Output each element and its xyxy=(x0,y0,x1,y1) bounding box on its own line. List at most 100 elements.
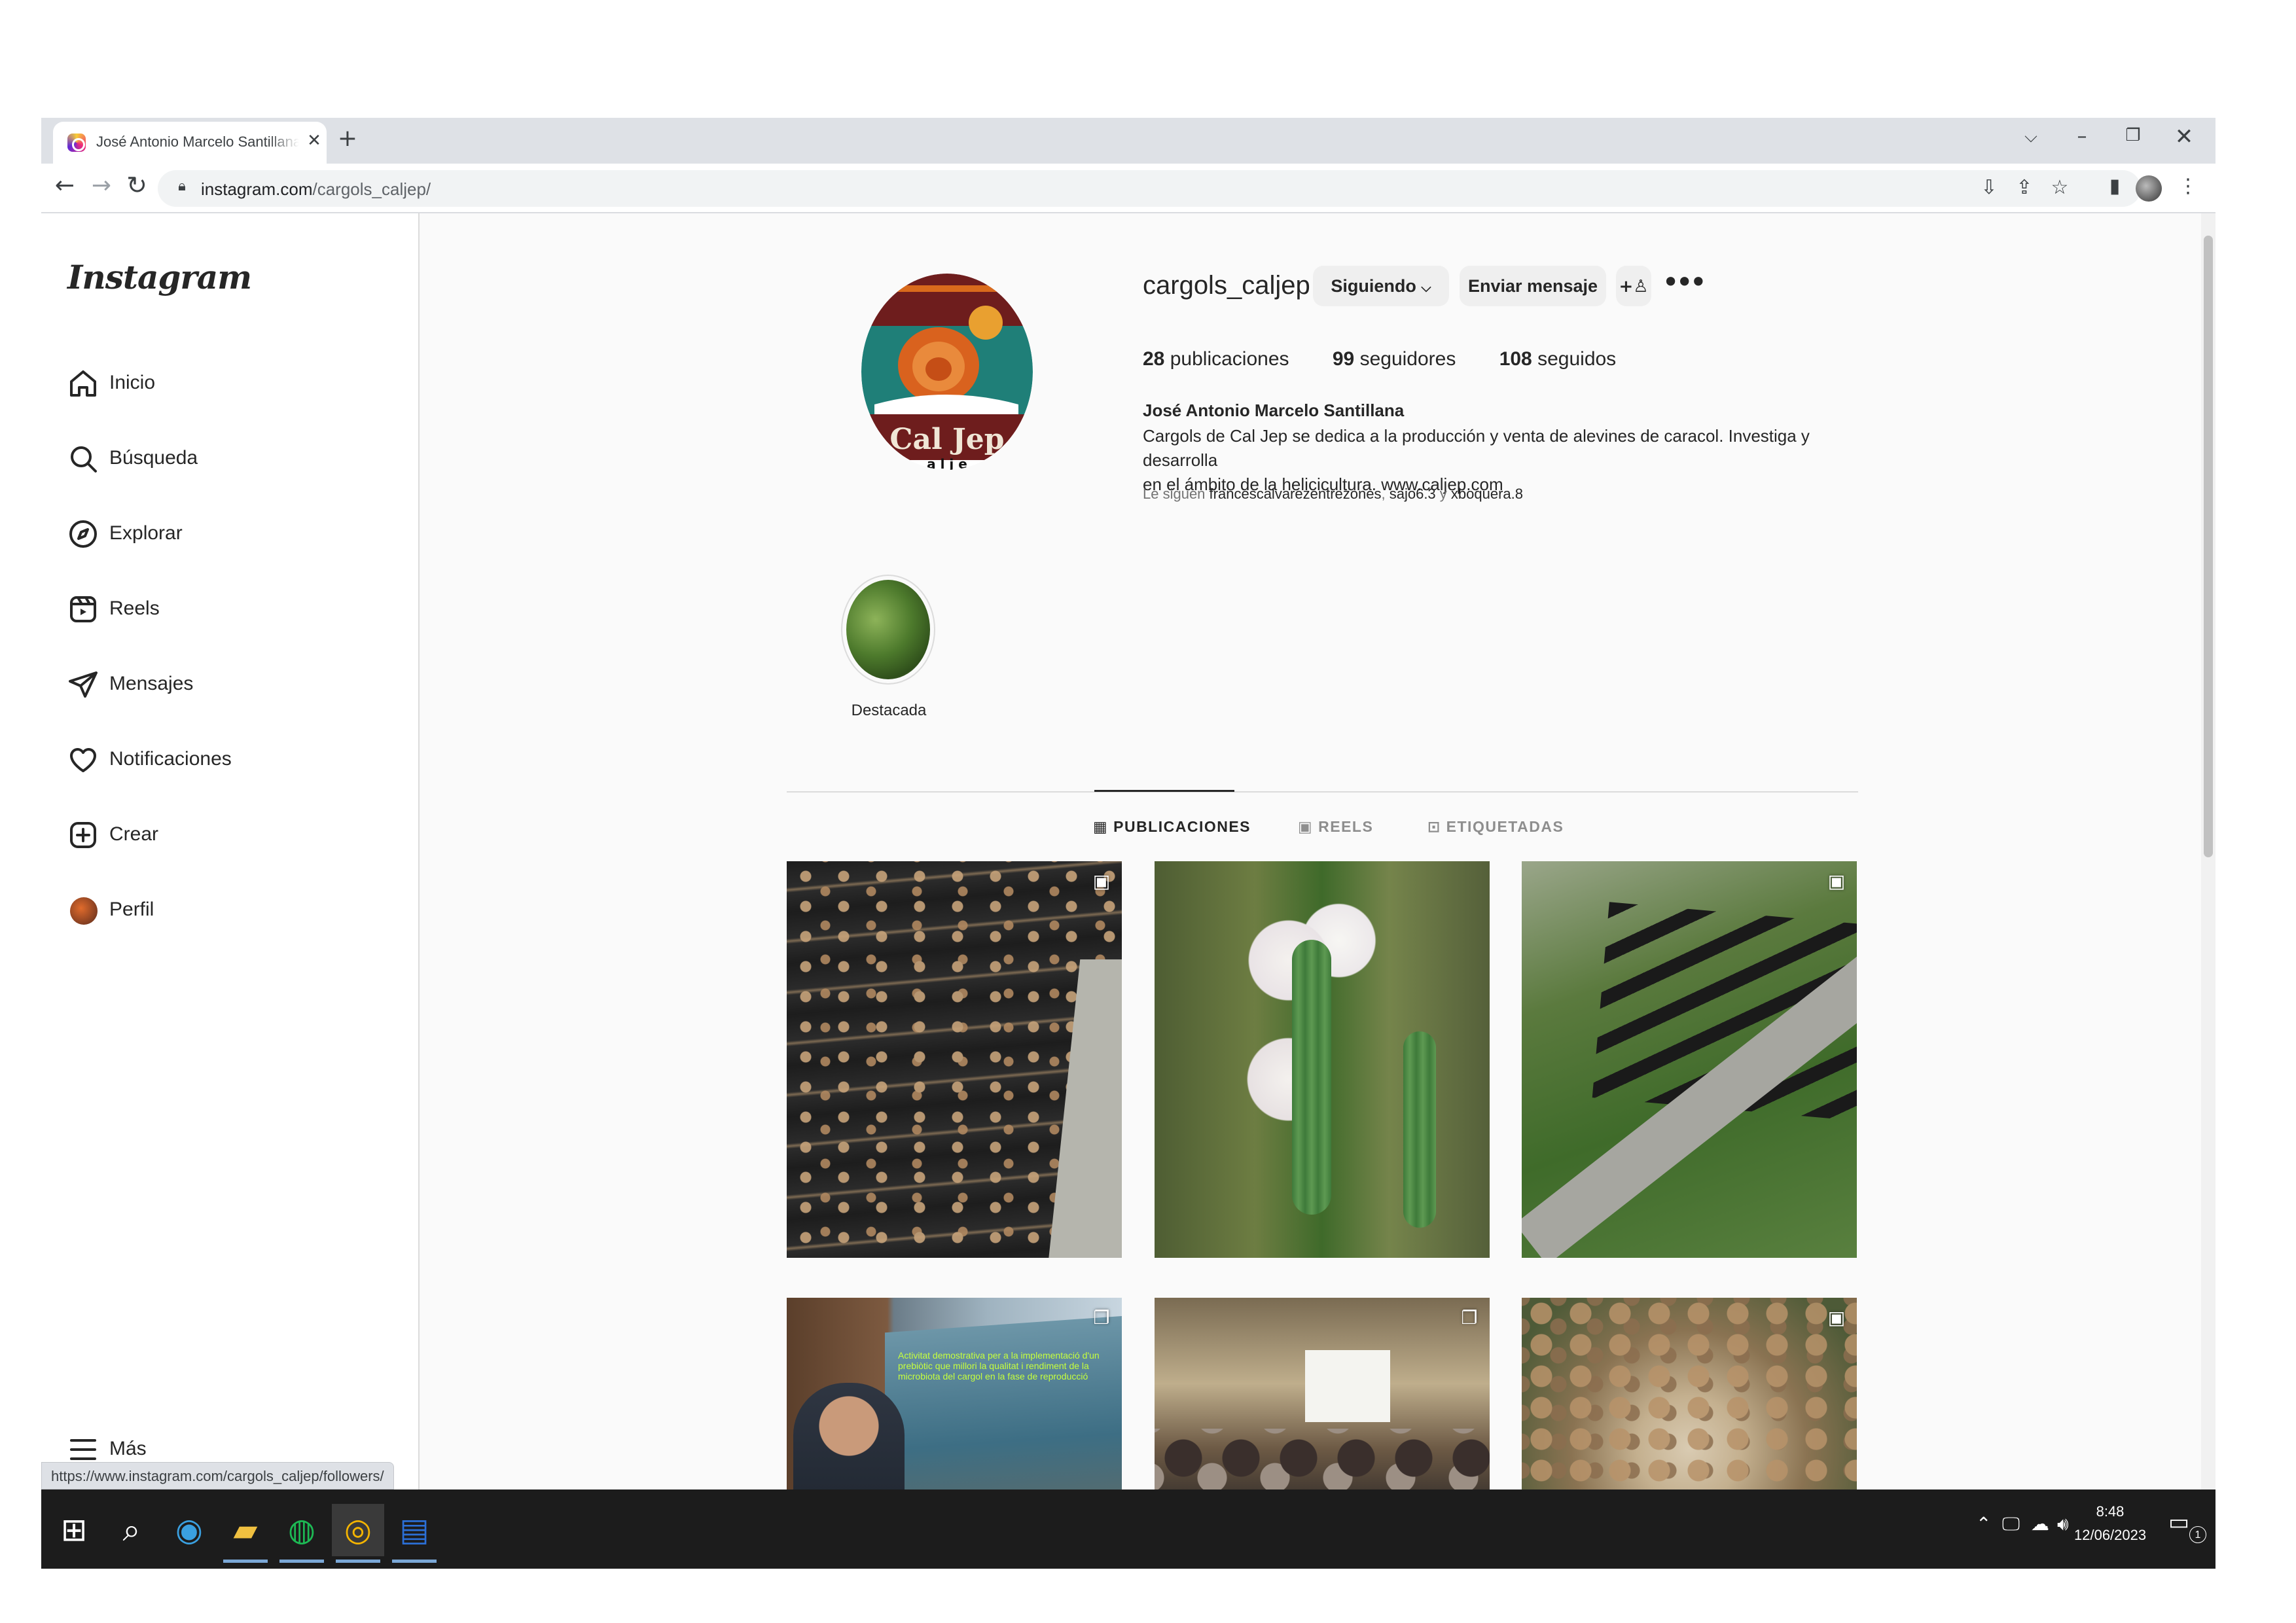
tabs-divider xyxy=(787,791,1858,793)
page-scrollbar[interactable] xyxy=(2201,213,2215,1489)
instagram-logo[interactable]: Instagram xyxy=(67,258,252,296)
followed-by[interactable]: Le siguen francescalvarezentrezones, saj… xyxy=(1143,486,1523,503)
chrome-icon[interactable]: ◎ xyxy=(332,1504,384,1563)
sidebar: Instagram Inicio Búsqueda Explorar Reels… xyxy=(41,213,420,1489)
nav-item-busqueda[interactable]: Búsqueda xyxy=(61,430,401,488)
onedrive-cloud-icon[interactable]: ☁ xyxy=(2031,1513,2049,1535)
spotify-icon[interactable]: ◍ xyxy=(276,1504,328,1563)
follower-link[interactable]: sajo6.3 xyxy=(1390,486,1436,502)
add-person-icon[interactable]: +♙ xyxy=(1616,266,1651,306)
send-message-button[interactable]: Enviar mensaje xyxy=(1460,266,1606,306)
carousel-icon: ❐ xyxy=(1093,1307,1110,1329)
logo-text: Cal Jep xyxy=(889,423,1004,456)
heart-icon xyxy=(70,748,96,772)
bookmark-star-icon[interactable]: ☆ xyxy=(2048,178,2072,198)
forward-arrow-icon[interactable]: → xyxy=(87,174,116,198)
send-icon xyxy=(69,671,98,698)
system-clock[interactable]: 8:48 12/06/2023 xyxy=(2074,1500,2146,1547)
edge-browser-icon[interactable]: ◉ xyxy=(163,1504,215,1556)
tab-reels[interactable]: ▣ REELS xyxy=(1298,818,1373,836)
post-thumbnail[interactable]: Activitat demostrativa per a la implemen… xyxy=(787,1298,1122,1513)
following-button[interactable]: Siguiendo ⌵ xyxy=(1313,266,1449,306)
highlight-label: Destacada xyxy=(851,702,927,719)
plus-square-icon xyxy=(70,822,96,848)
instagram-favicon-icon xyxy=(67,134,86,152)
chevron-down-icon: ⌵ xyxy=(1421,279,1431,295)
more-options-icon[interactable]: ••• xyxy=(1662,264,1707,300)
clock-date: 12/06/2023 xyxy=(2074,1527,2147,1543)
restore-icon[interactable]: ❐ xyxy=(2121,127,2145,144)
nav-label: Crear xyxy=(109,823,159,845)
post-thumbnail[interactable]: ▣ xyxy=(1522,1298,1857,1513)
followers-stat[interactable]: 99 seguidores xyxy=(1333,348,1456,370)
nav-label: Inicio xyxy=(109,372,156,393)
follower-link[interactable]: xboquera.8 xyxy=(1451,486,1523,502)
url-domain: instagram.com xyxy=(201,179,313,199)
search-icon xyxy=(71,446,97,473)
chevron-up-icon[interactable]: ⌃ xyxy=(1976,1513,1991,1535)
hamburger-menu-icon xyxy=(70,1439,96,1460)
compass-icon xyxy=(69,520,97,548)
minimize-icon[interactable]: – xyxy=(2070,127,2094,147)
share-icon[interactable]: ⇪ xyxy=(2013,178,2036,198)
profile-picture[interactable]: Cal Jep a l j e xyxy=(861,274,1033,470)
new-tab-icon[interactable]: + xyxy=(334,127,361,151)
notification-badge: 1 xyxy=(2189,1526,2206,1543)
nav-label: Más xyxy=(109,1438,147,1459)
follower-link[interactable]: francescalvarezentrezones xyxy=(1210,486,1382,502)
windows-start-icon[interactable]: ⊞ xyxy=(48,1504,100,1556)
post-thumbnail[interactable]: ▣ xyxy=(787,861,1122,1258)
url-text: instagram.com/cargols_caljep/ xyxy=(201,179,431,200)
tab-search-chevron-icon[interactable]: ⌵ xyxy=(2019,128,2043,145)
tag-user-icon: ⊡ xyxy=(1427,819,1441,836)
tab-etiquetadas[interactable]: ⊡ ETIQUETADAS xyxy=(1427,818,1564,836)
post-thumbnail[interactable] xyxy=(1155,861,1490,1258)
clock-time: 8:48 xyxy=(2096,1503,2125,1520)
network-icon[interactable]: 🖵︎ xyxy=(2002,1513,2020,1535)
nav-item-explorar[interactable]: Explorar xyxy=(61,505,401,563)
scrollbar-thumb[interactable] xyxy=(2204,236,2213,857)
close-tab-icon[interactable]: ✕ xyxy=(304,132,324,149)
nav-item-perfil[interactable]: Perfil xyxy=(61,882,401,939)
reels-icon: ▣ xyxy=(1092,870,1111,892)
reload-icon[interactable]: ↻ xyxy=(122,173,151,198)
carousel-icon: ❐ xyxy=(1461,1307,1478,1329)
chrome-profile-avatar[interactable] xyxy=(2136,175,2162,202)
volume-icon[interactable]: 🔊︎ xyxy=(2057,1513,2069,1535)
nav-item-notificaciones[interactable]: Notificaciones xyxy=(61,731,401,789)
action-center-icon[interactable]: ▭ xyxy=(2168,1509,2189,1535)
nav-label: Mensajes xyxy=(109,673,194,694)
post-thumbnail[interactable]: ▣ xyxy=(1522,861,1857,1258)
browser-tab[interactable]: José Antonio Marcelo Santillana (@cargol… xyxy=(53,122,327,164)
posts-stat: 28 publicaciones xyxy=(1143,348,1289,370)
address-bar[interactable]: 🔒︎ instagram.com/cargols_caljep/ ⇩ ⇪ ☆ xyxy=(158,170,2141,207)
window-close-icon[interactable]: ✕ xyxy=(2172,126,2196,148)
tab-title: José Antonio Marcelo Santillana (@cargol… xyxy=(96,134,299,150)
back-arrow-icon[interactable]: ← xyxy=(50,174,79,198)
reels-icon: ▣ xyxy=(1827,870,1846,892)
tab-publicaciones[interactable]: ▦ PUBLICACIONES xyxy=(1093,818,1251,836)
following-stat[interactable]: 108 seguidos xyxy=(1499,348,1617,370)
nav-item-inicio[interactable]: Inicio xyxy=(61,355,401,412)
word-icon[interactable]: ▤ xyxy=(388,1504,440,1563)
search-icon[interactable]: ⌕ xyxy=(105,1504,158,1556)
cal-jep-logo: Cal Jep a l j e xyxy=(861,274,1033,470)
windows-taskbar: ⊞ ⌕ ◉ ▰ ◍ ◎ ▤ ⌃ 🖵︎ ☁ 🔊︎ 8:48 12/06/2023 … xyxy=(41,1489,2215,1569)
file-explorer-icon[interactable]: ▰ xyxy=(219,1504,272,1563)
chrome-menu-icon[interactable]: ⋮ xyxy=(2176,177,2200,196)
lock-icon: 🔒︎ xyxy=(178,178,186,194)
url-path: /cargols_caljep/ xyxy=(312,179,431,199)
following-button-label: Siguiendo xyxy=(1331,276,1416,296)
browser-toolbar: ← → ↻ 🔒︎ instagram.com/cargols_caljep/ ⇩… xyxy=(41,164,2215,213)
nav-item-reels[interactable]: Reels xyxy=(61,580,401,638)
instagram-page: Instagram Inicio Búsqueda Explorar Reels… xyxy=(41,213,2215,1513)
story-highlight[interactable] xyxy=(841,575,935,685)
nav-item-mensajes[interactable]: Mensajes xyxy=(61,656,401,713)
side-panel-icon[interactable]: ▮ xyxy=(2103,177,2126,196)
slide-text: Activitat demostrativa per a la implemen… xyxy=(898,1350,1100,1382)
install-app-icon[interactable]: ⇩ xyxy=(1977,178,2001,198)
logo-subtext: a l j e xyxy=(927,456,967,470)
post-thumbnail[interactable]: ❐ xyxy=(1155,1298,1490,1513)
home-icon xyxy=(70,370,96,397)
nav-item-crear[interactable]: Crear xyxy=(61,806,401,864)
